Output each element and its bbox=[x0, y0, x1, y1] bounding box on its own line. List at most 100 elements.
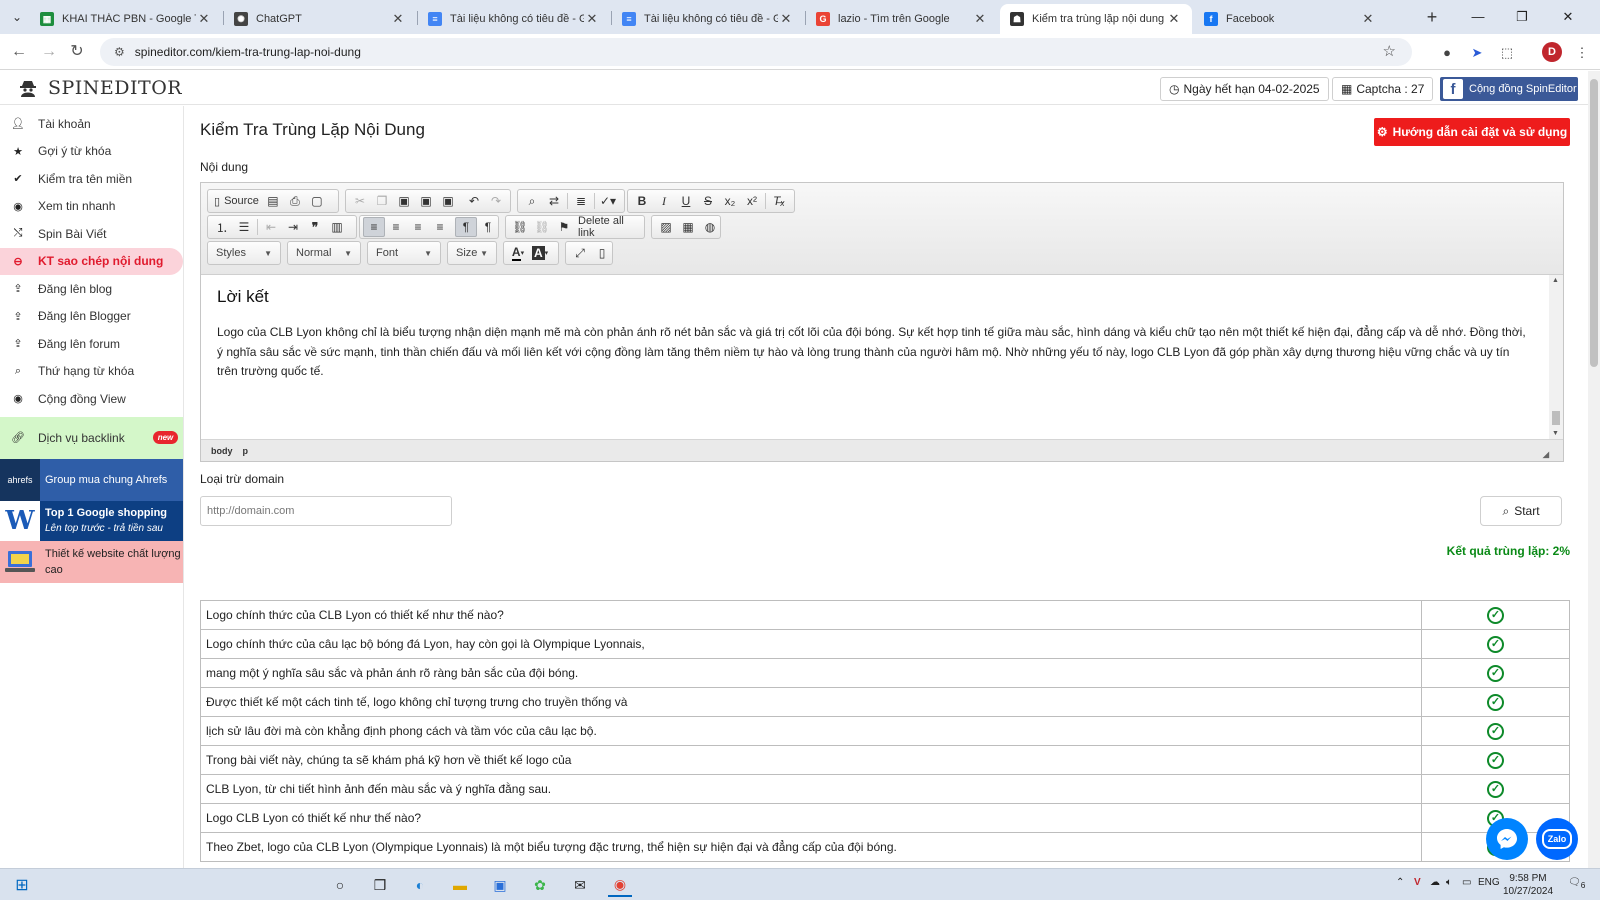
anchor-flag-icon[interactable]: ⚑ bbox=[553, 217, 575, 237]
bold-icon[interactable]: B bbox=[631, 191, 653, 211]
cut-icon[interactable]: ✂ bbox=[349, 191, 371, 211]
bookmark-star-icon[interactable]: ☆ bbox=[1383, 42, 1396, 60]
bulleted-list-icon[interactable]: ☰ bbox=[233, 217, 255, 237]
select-all-icon[interactable]: ≣ bbox=[570, 191, 592, 211]
zalo-chat-button[interactable]: Zalo bbox=[1536, 818, 1578, 860]
tray-chevron-icon[interactable]: ⌃ bbox=[1396, 877, 1404, 888]
remove-format-icon[interactable]: T̶ₓ bbox=[768, 191, 790, 211]
find-icon[interactable]: ⌕ bbox=[521, 191, 543, 211]
scroll-up-icon[interactable]: ▲ bbox=[1552, 277, 1559, 284]
search-circle-icon[interactable]: ○ bbox=[328, 873, 352, 897]
mail-icon[interactable]: ✉ bbox=[568, 873, 592, 897]
restore-button[interactable]: ❐ bbox=[1500, 4, 1544, 30]
tray-v-icon[interactable]: V bbox=[1414, 877, 1421, 888]
outdent-icon[interactable]: ⇤ bbox=[260, 217, 282, 237]
text-color-icon[interactable]: A ▾ bbox=[507, 243, 529, 263]
browser-tab[interactable]: ✺ ChatGPT ✕ bbox=[224, 4, 416, 34]
messenger-chat-button[interactable] bbox=[1486, 818, 1528, 860]
image-icon[interactable]: ▨ bbox=[655, 217, 677, 237]
banner-ahrefs[interactable]: ahrefs Group mua chung Ahrefs bbox=[0, 458, 183, 501]
paste-text-icon[interactable]: ▣ bbox=[415, 191, 437, 211]
forward-button[interactable]: → bbox=[36, 40, 62, 64]
sidebar-item-cong-dong-view[interactable]: ◉ Cộng đồng View bbox=[0, 385, 183, 413]
file-explorer-icon[interactable]: ▬ bbox=[448, 873, 472, 897]
sidebar-item-dang-len-blog[interactable]: ⇪ Đăng lên blog bbox=[0, 275, 183, 303]
sidebar-item-spin-bai-viet[interactable]: ⤭ Spin Bài Viết bbox=[0, 220, 183, 248]
blockquote-icon[interactable]: ❞ bbox=[304, 217, 326, 237]
notification-icon[interactable]: 🗨︎6 bbox=[1568, 877, 1585, 890]
print-icon[interactable]: ⎙ bbox=[284, 191, 306, 211]
community-facebook-button[interactable]: f Cộng đồng SpinEditor bbox=[1440, 77, 1578, 101]
table-icon[interactable]: ▦ bbox=[677, 217, 699, 237]
close-window-button[interactable]: ✕ bbox=[1546, 4, 1590, 30]
tab-close-icon[interactable]: ✕ bbox=[584, 11, 600, 27]
path-p[interactable]: p bbox=[243, 446, 249, 456]
align-left-icon[interactable]: ≡ bbox=[363, 217, 385, 237]
templates-icon[interactable]: ▢ bbox=[306, 191, 328, 211]
unlink-icon[interactable]: ⛓ bbox=[531, 217, 553, 237]
extension-arrow-icon[interactable]: ➤ bbox=[1467, 43, 1487, 63]
sidebar-item-thu-hang-tu-khoa[interactable]: ⌕ Thứ hạng từ khóa bbox=[0, 358, 183, 386]
align-justify-icon[interactable]: ≡ bbox=[429, 217, 451, 237]
sidebar-item-goi-y-tu-khoa[interactable]: ★ Gợi ý từ khóa bbox=[0, 138, 183, 166]
superscript-icon[interactable]: x² bbox=[741, 191, 763, 211]
browser-tab[interactable]: f Facebook ✕ bbox=[1194, 4, 1386, 34]
indent-icon[interactable]: ⇥ bbox=[282, 217, 304, 237]
rtl-icon[interactable]: ¶ bbox=[477, 217, 499, 237]
windows-start-icon[interactable]: ⊞ bbox=[10, 873, 34, 897]
styles-select[interactable]: Styles ▼ bbox=[207, 241, 281, 265]
editor-scroll-thumb[interactable] bbox=[1552, 411, 1560, 425]
italic-icon[interactable]: I bbox=[653, 191, 675, 211]
preview-icon[interactable]: ▤ bbox=[262, 191, 284, 211]
spellcheck-icon[interactable]: ✓▾ bbox=[597, 191, 619, 211]
underline-icon[interactable]: U bbox=[675, 191, 697, 211]
sidebar-item-kt-sao-chep-noi-dung[interactable]: ⊖ KT sao chép nội dung bbox=[0, 247, 183, 275]
scroll-down-icon[interactable]: ▼ bbox=[1552, 430, 1559, 437]
tab-search-dropdown-icon[interactable]: ⌄ bbox=[6, 7, 28, 27]
omnibox[interactable]: ⚙ spineditor.com/kiem-tra-trung-lap-noi-… bbox=[100, 38, 1412, 66]
browser-tab[interactable]: Glazio - Tìm trên Google ✕ bbox=[806, 4, 998, 34]
extensions-puzzle-icon[interactable]: ⬚ bbox=[1497, 43, 1517, 63]
tab-close-icon[interactable]: ✕ bbox=[196, 11, 212, 27]
path-body[interactable]: body bbox=[211, 446, 233, 456]
sidebar-item-dang-len-forum[interactable]: ⇪ Đăng lên forum bbox=[0, 330, 183, 358]
align-right-icon[interactable]: ≡ bbox=[407, 217, 429, 237]
paste-word-icon[interactable]: ▣ bbox=[437, 191, 459, 211]
div-container-icon[interactable]: ▥ bbox=[326, 217, 348, 237]
redo-icon[interactable]: ↷ bbox=[485, 191, 507, 211]
browser-tab[interactable]: ≡ Tài liệu không có tiêu đề - Goo✕ bbox=[418, 4, 610, 34]
profile-avatar[interactable]: D bbox=[1542, 42, 1562, 62]
minimize-button[interactable]: — bbox=[1456, 4, 1500, 30]
app-green-icon[interactable]: ✿ bbox=[528, 873, 552, 897]
ltr-icon[interactable]: ¶ bbox=[455, 217, 477, 237]
editor-scrollbar[interactable]: ▲ ▼ bbox=[1549, 275, 1563, 439]
tab-close-icon[interactable]: ✕ bbox=[1166, 11, 1182, 27]
tab-close-icon[interactable]: ✕ bbox=[778, 11, 794, 27]
guide-button[interactable]: ⚙ Hướng dẫn cài đặt và sử dụng bbox=[1374, 118, 1570, 146]
tray-cloud-icon[interactable]: ☁ bbox=[1430, 877, 1440, 888]
copy-icon[interactable]: ❐ bbox=[371, 191, 393, 211]
show-blocks-icon[interactable]: ▯ bbox=[591, 243, 613, 263]
extension-spy-icon[interactable]: ● bbox=[1437, 43, 1457, 63]
sidebar-item-tai-khoan[interactable]: 👤︎ Tài khoản bbox=[0, 110, 183, 138]
exclude-domain-input[interactable] bbox=[200, 496, 452, 526]
iframe-globe-icon[interactable]: ◍ bbox=[699, 217, 721, 237]
browser-tab[interactable]: ▦ KHAI THÁC PBN - Google Trang✕ bbox=[30, 4, 222, 34]
back-button[interactable]: ← bbox=[6, 40, 32, 64]
page-scroll-thumb[interactable] bbox=[1590, 79, 1598, 367]
site-info-icon[interactable]: ⚙ bbox=[114, 45, 125, 59]
spineditor-logo[interactable]: SPINEDITOR bbox=[18, 77, 182, 99]
numbered-list-icon[interactable]: ⒈ bbox=[211, 217, 233, 237]
format-select[interactable]: Normal ▼ bbox=[287, 241, 361, 265]
sidebar-item-backlink[interactable]: 🔗︎ Dịch vụ backlink new bbox=[0, 416, 183, 459]
font-select[interactable]: Font ▼ bbox=[367, 241, 441, 265]
source-button[interactable]: ▯ Source bbox=[211, 191, 262, 211]
volume-icon[interactable]: 🔈︎ bbox=[1446, 877, 1452, 888]
network-icon[interactable]: ▭ bbox=[1462, 877, 1471, 888]
browser-menu-icon[interactable]: ⋮ bbox=[1572, 43, 1592, 63]
undo-icon[interactable]: ↶ bbox=[463, 191, 485, 211]
reload-button[interactable]: ↻ bbox=[64, 40, 90, 64]
store-icon[interactable]: ▣ bbox=[488, 873, 512, 897]
tab-close-icon[interactable]: ✕ bbox=[972, 11, 988, 27]
browser-tab[interactable]: ≡ Tài liệu không có tiêu đề - Goo✕ bbox=[612, 4, 804, 34]
